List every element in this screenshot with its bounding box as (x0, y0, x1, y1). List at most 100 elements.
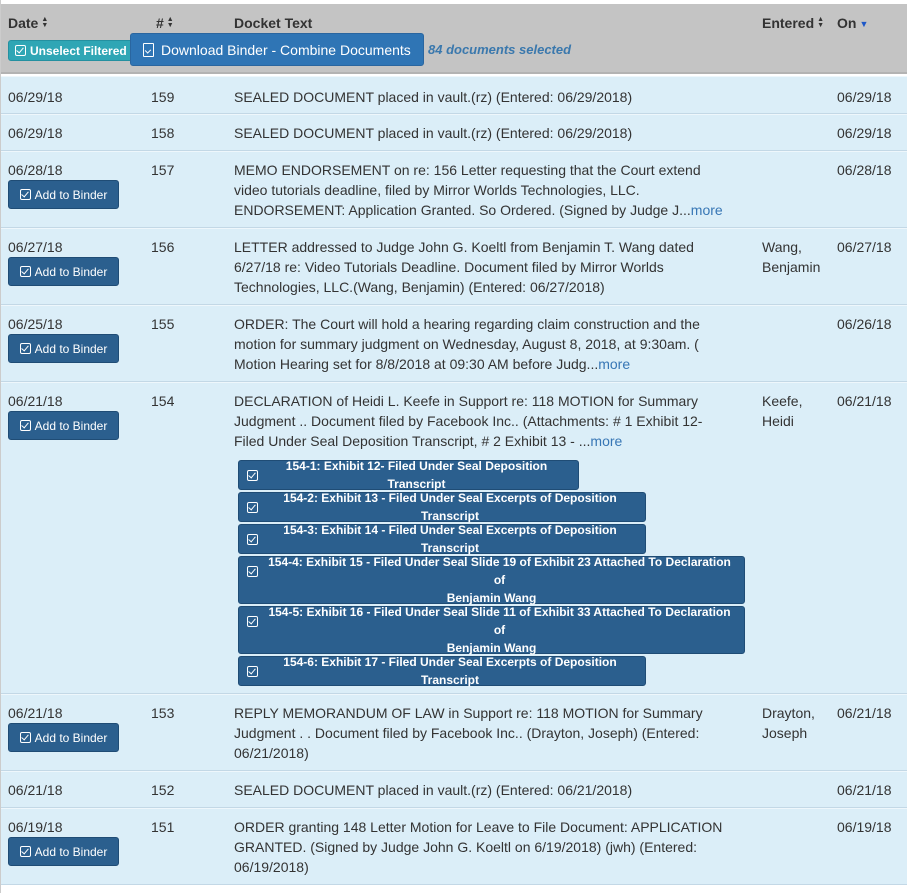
attachment-button-154-5[interactable]: 154-5: Exhibit 16 - Filed Under Seal Sli… (238, 605, 745, 655)
row-date: 06/29/18 (8, 125, 63, 141)
add-to-binder-label: Add to Binder (34, 730, 108, 745)
more-link[interactable]: more (691, 202, 723, 218)
docket-text-line: MEMO ENDORSEMENT on re: 156 Letter reque… (234, 162, 701, 178)
row-date: 06/19/18 (8, 819, 63, 835)
row-on-date: 06/27/18 (837, 239, 892, 255)
sort-on-header[interactable]: On ▼ (837, 15, 868, 31)
row-date: 06/28/18 (8, 162, 63, 178)
table-header: Date ▲ ▼ # ▲ ▼ Docket Text Entered ▲ ▼ On ▼… (1, 4, 907, 74)
col-date-label: Date (8, 15, 39, 31)
sort-descending-icon: ▼ (859, 19, 869, 29)
table-row: 06/19/18 Add to Binder 151 ORDER grantin… (1, 808, 907, 885)
entered-line: Wang, (762, 239, 802, 255)
row-number: 158 (151, 125, 175, 141)
unselect-filtered-button[interactable]: Unselect Filtered (8, 40, 134, 61)
docket-text-line: REPLY MEMORANDUM OF LAW in Support re: 1… (234, 705, 703, 721)
row-number: 154 (151, 393, 175, 409)
more-link[interactable]: more (590, 433, 622, 449)
more-link[interactable]: more (598, 356, 630, 372)
row-entered-by: Wang, Benjamin (762, 237, 832, 277)
docket-text-line: motion for summary judgment on Wednesday… (234, 336, 699, 352)
docket-table: Date ▲ ▼ # ▲ ▼ Docket Text Entered ▲ ▼ On ▼… (0, 0, 907, 893)
attachment-button-154-2[interactable]: 154-2: Exhibit 13 - Filed Under Seal Exc… (238, 491, 646, 523)
checkbox-checked-icon (19, 266, 31, 277)
row-docket-text: REPLY MEMORANDUM OF LAW in Support re: 1… (234, 703, 742, 763)
docket-text-segment: Filed Under Seal Deposition Transcript, … (234, 433, 591, 449)
checkbox-checked-icon (247, 615, 258, 627)
add-to-binder-button[interactable]: Add to Binder (8, 723, 119, 752)
table-row: 06/21/18 Add to Binder 154 DECLARATION o… (1, 382, 907, 694)
selected-count: 84 documents selected (428, 42, 572, 57)
checkbox-checked-icon (247, 501, 258, 513)
docket-text-line: 06/19/2018) (234, 859, 309, 875)
row-date: 06/29/18 (8, 89, 63, 105)
row-number: 157 (151, 162, 175, 178)
attachment-button-154-6[interactable]: 154-6: Exhibit 17 - Filed Under Seal Exc… (238, 655, 646, 687)
table-row: 06/25/18 Add to Binder 155 ORDER: The Co… (1, 305, 907, 382)
add-to-binder-label: Add to Binder (34, 264, 108, 279)
attachment-label: 154-2: Exhibit 13 - Filed Under Seal Exc… (283, 491, 617, 523)
checkbox-checked-icon (247, 533, 258, 545)
checkbox-checked-icon (15, 45, 26, 56)
checkbox-checked-icon (247, 665, 258, 677)
row-date: 06/21/18 (8, 705, 63, 721)
docket-text-line: ORDER: The Court will hold a hearing reg… (234, 316, 700, 332)
attachment-button-154-4[interactable]: 154-4: Exhibit 15 - Filed Under Seal Sli… (238, 555, 745, 605)
row-docket-text: ORDER: The Court will hold a hearing reg… (234, 314, 742, 374)
row-on-date: 06/28/18 (837, 162, 892, 178)
row-docket-text: ORDER granting 148 Letter Motion for Lea… (234, 817, 742, 877)
download-binder-label: Download Binder - Combine Documents (161, 41, 411, 58)
unselect-filtered-label: Unselect Filtered (30, 43, 127, 58)
add-to-binder-label: Add to Binder (34, 418, 108, 433)
download-binder-button[interactable]: Download Binder - Combine Documents (130, 33, 424, 66)
attachment-button-154-3[interactable]: 154-3: Exhibit 14 - Filed Under Seal Exc… (238, 523, 646, 555)
row-on-date: 06/26/18 (837, 316, 892, 332)
table-row: 06/29/18 159 SEALED DOCUMENT placed in v… (1, 76, 907, 114)
checkbox-checked-icon (247, 565, 258, 577)
add-to-binder-button[interactable]: Add to Binder (8, 334, 119, 363)
entered-line: Keefe, (762, 393, 803, 409)
checkbox-checked-icon (19, 846, 31, 857)
add-to-binder-label: Add to Binder (34, 844, 108, 859)
sort-date-header[interactable]: Date ▲ ▼ (8, 15, 48, 31)
row-date: 06/25/18 (8, 316, 63, 332)
docket-text-line: 6/27/18 re: Video Tutorials Deadline. Do… (234, 259, 664, 275)
table-row: 06/27/18 Add to Binder 156 LETTER addres… (1, 228, 907, 305)
docket-text-line: Motion Hearing set for 8/8/2018 at 09:30… (234, 354, 742, 374)
checkbox-checked-icon (19, 732, 31, 743)
row-date: 06/21/18 (8, 393, 63, 409)
checkbox-checked-icon (247, 469, 258, 481)
add-to-binder-button[interactable]: Add to Binder (8, 257, 119, 286)
docket-text-line: 06/21/2018) (234, 745, 309, 761)
row-on-date: 06/21/18 (837, 782, 892, 798)
docket-text-segment: ENDORSEMENT: Application Granted. So Ord… (234, 202, 691, 218)
docket-text-line: Technologies, LLC.(Wang, Benjamin) (Ente… (234, 279, 605, 295)
add-to-binder-button[interactable]: Add to Binder (8, 411, 119, 440)
row-on-date: 06/21/18 (837, 393, 892, 409)
row-docket-text: LETTER addressed to Judge John G. Koeltl… (234, 237, 742, 297)
add-to-binder-button[interactable]: Add to Binder (8, 837, 119, 866)
row-date: 06/21/18 (8, 782, 63, 798)
docket-text-line: DECLARATION of Heidi L. Keefe in Support… (234, 393, 698, 409)
add-to-binder-button[interactable]: Add to Binder (8, 180, 119, 209)
docket-text-line: GRANTED. (Signed by Judge John G. Koeltl… (234, 839, 698, 855)
row-docket-text: DECLARATION of Heidi L. Keefe in Support… (234, 391, 742, 451)
col-on-label: On (837, 15, 857, 31)
attachment-button-154-1[interactable]: 154-1: Exhibit 12- Filed Under Seal Depo… (238, 459, 579, 491)
sort-icon: ▲ ▼ (817, 16, 825, 29)
attachment-label: 154-1: Exhibit 12- Filed Under Seal Depo… (285, 459, 548, 491)
docket-text-line: LETTER addressed to Judge John G. Koeltl… (234, 239, 694, 255)
col-num-label: # (156, 15, 164, 31)
sort-entered-header[interactable]: Entered ▲ ▼ (762, 15, 824, 31)
row-docket-text: SEALED DOCUMENT placed in vault.(rz) (En… (234, 782, 633, 798)
sort-icon: ▲ ▼ (41, 16, 49, 29)
docket-text-line: ORDER granting 148 Letter Motion for Lea… (234, 819, 723, 835)
row-on-date: 06/29/18 (837, 89, 892, 105)
row-on-date: 06/19/18 (837, 819, 892, 835)
row-number: 152 (151, 782, 175, 798)
entered-line: Joseph (762, 725, 808, 741)
sort-number-header[interactable]: # ▲ ▼ (156, 15, 174, 31)
docket-text-line: video tutorials deadline, filed by Mirro… (234, 182, 640, 198)
file-download-icon (143, 42, 154, 57)
docket-text-line: Filed Under Seal Deposition Transcript, … (234, 431, 742, 451)
